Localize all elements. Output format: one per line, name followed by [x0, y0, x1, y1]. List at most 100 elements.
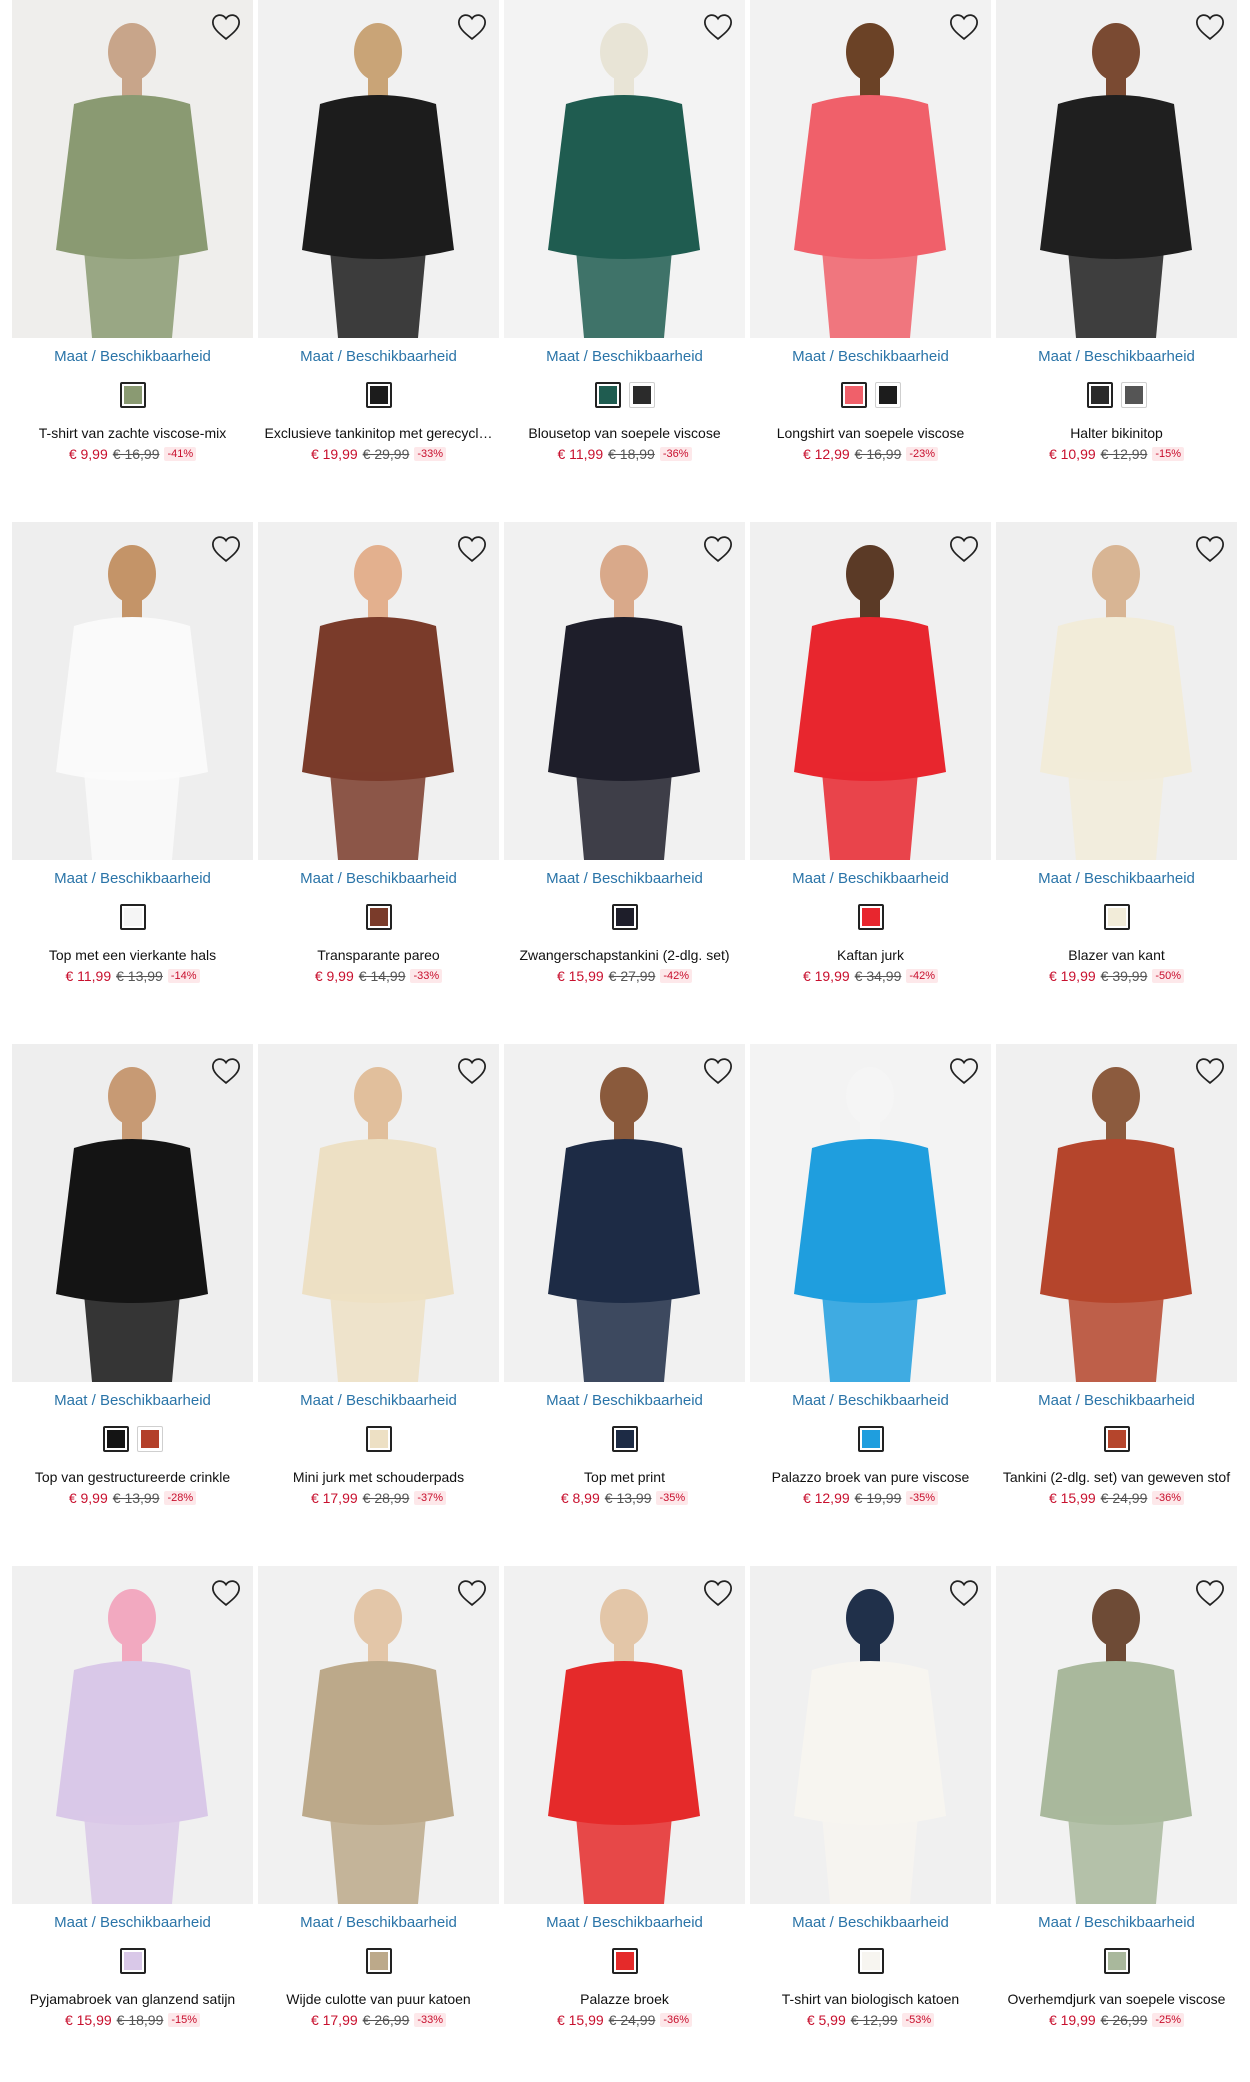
product-card[interactable]: Maat / Beschikbaarheid Pyjamabroek van gl…: [12, 1566, 253, 2046]
size-availability-link[interactable]: Maat / Beschikbaarheid: [504, 1914, 745, 1931]
product-card[interactable]: Maat / Beschikbaarheid Top van gestructur…: [12, 1044, 253, 1524]
color-swatch[interactable]: [611, 1426, 638, 1452]
product-name[interactable]: Kaftan jurk: [750, 947, 991, 963]
wishlist-heart-icon[interactable]: [701, 532, 735, 566]
product-card[interactable]: Maat / Beschikbaarheid T-shirt van biolog…: [750, 1566, 991, 2046]
product-image[interactable]: [750, 522, 991, 860]
size-availability-link[interactable]: Maat / Beschikbaarheid: [258, 1392, 499, 1409]
product-image[interactable]: [258, 1044, 499, 1382]
product-image[interactable]: [12, 522, 253, 860]
product-image[interactable]: [750, 1566, 991, 1904]
product-image[interactable]: [12, 0, 253, 338]
product-name[interactable]: Halter bikinitop: [996, 425, 1237, 441]
product-card[interactable]: Maat / Beschikbaarheid Palazze broek € 15,…: [504, 1566, 745, 2046]
product-name[interactable]: Overhemdjurk van soepele viscose: [996, 1991, 1237, 2007]
product-image[interactable]: [504, 0, 745, 338]
wishlist-heart-icon[interactable]: [1193, 1576, 1227, 1610]
size-availability-link[interactable]: Maat / Beschikbaarheid: [996, 870, 1237, 887]
size-availability-link[interactable]: Maat / Beschikbaarheid: [504, 1392, 745, 1409]
product-card[interactable]: Maat / Beschikbaarheid Longshirt van soep…: [750, 0, 991, 480]
wishlist-heart-icon[interactable]: [209, 10, 243, 44]
product-image[interactable]: [504, 522, 745, 860]
product-image[interactable]: [996, 1566, 1237, 1904]
product-card[interactable]: Maat / Beschikbaarheid Tankini (2-dlg. se…: [996, 1044, 1237, 1524]
product-name[interactable]: Zwangerschapstankini (2-dlg. set): [504, 947, 745, 963]
size-availability-link[interactable]: Maat / Beschikbaarheid: [750, 1392, 991, 1409]
product-card[interactable]: Maat / Beschikbaarheid Overhemdjurk van s…: [996, 1566, 1237, 2046]
size-availability-link[interactable]: Maat / Beschikbaarheid: [12, 348, 253, 365]
wishlist-heart-icon[interactable]: [947, 1576, 981, 1610]
product-card[interactable]: Maat / Beschikbaarheid Top met een vierka…: [12, 522, 253, 1002]
product-card[interactable]: Maat / Beschikbaarheid Transparante pareo…: [258, 522, 499, 1002]
color-swatch[interactable]: [365, 1426, 392, 1452]
wishlist-heart-icon[interactable]: [701, 1054, 735, 1088]
product-name[interactable]: Top met print: [504, 1469, 745, 1485]
size-availability-link[interactable]: Maat / Beschikbaarheid: [258, 1914, 499, 1931]
wishlist-heart-icon[interactable]: [1193, 1054, 1227, 1088]
color-swatch[interactable]: [1103, 1948, 1130, 1974]
size-availability-link[interactable]: Maat / Beschikbaarheid: [12, 870, 253, 887]
color-swatch[interactable]: [611, 904, 638, 930]
color-swatch[interactable]: [119, 904, 146, 930]
product-image[interactable]: [504, 1044, 745, 1382]
product-card[interactable]: Maat / Beschikbaarheid Top met print € 8,9…: [504, 1044, 745, 1524]
product-card[interactable]: Maat / Beschikbaarheid T-shirt van zachte…: [12, 0, 253, 480]
size-availability-link[interactable]: Maat / Beschikbaarheid: [258, 348, 499, 365]
product-card[interactable]: Maat / Beschikbaarheid Halter bikinitop € …: [996, 0, 1237, 480]
wishlist-heart-icon[interactable]: [701, 1576, 735, 1610]
size-availability-link[interactable]: Maat / Beschikbaarheid: [996, 1914, 1237, 1931]
size-availability-link[interactable]: Maat / Beschikbaarheid: [750, 870, 991, 887]
color-swatch[interactable]: [119, 1948, 146, 1974]
color-swatch[interactable]: [1103, 1426, 1130, 1452]
color-swatch[interactable]: [119, 382, 146, 408]
product-name[interactable]: Top van gestructureerde crinkle: [12, 1469, 253, 1485]
wishlist-heart-icon[interactable]: [455, 10, 489, 44]
wishlist-heart-icon[interactable]: [209, 532, 243, 566]
size-availability-link[interactable]: Maat / Beschikbaarheid: [12, 1914, 253, 1931]
product-name[interactable]: Transparante pareo: [258, 947, 499, 963]
color-swatch[interactable]: [857, 904, 884, 930]
product-card[interactable]: Maat / Beschikbaarheid Exclusieve tankini…: [258, 0, 499, 480]
color-swatch[interactable]: [365, 904, 392, 930]
product-image[interactable]: [12, 1044, 253, 1382]
product-name[interactable]: Blazer van kant: [996, 947, 1237, 963]
size-availability-link[interactable]: Maat / Beschikbaarheid: [504, 870, 745, 887]
product-name[interactable]: Tankini (2-dlg. set) van geweven stof: [996, 1469, 1237, 1485]
size-availability-link[interactable]: Maat / Beschikbaarheid: [258, 870, 499, 887]
product-card[interactable]: Maat / Beschikbaarheid Blazer van kant € 1…: [996, 522, 1237, 1002]
color-swatch[interactable]: [611, 1948, 638, 1974]
color-swatch[interactable]: [840, 382, 867, 408]
product-name[interactable]: Top met een vierkante hals: [12, 947, 253, 963]
product-card[interactable]: Maat / Beschikbaarheid Palazzo broek van …: [750, 1044, 991, 1524]
size-availability-link[interactable]: Maat / Beschikbaarheid: [750, 348, 991, 365]
product-image[interactable]: [750, 0, 991, 338]
product-card[interactable]: Maat / Beschikbaarheid Blousetop van soep…: [504, 0, 745, 480]
size-availability-link[interactable]: Maat / Beschikbaarheid: [750, 1914, 991, 1931]
wishlist-heart-icon[interactable]: [1193, 532, 1227, 566]
product-card[interactable]: Maat / Beschikbaarheid Zwangerschapstanki…: [504, 522, 745, 1002]
product-card[interactable]: Maat / Beschikbaarheid Wijde culotte van …: [258, 1566, 499, 2046]
color-swatch[interactable]: [365, 1948, 392, 1974]
product-name[interactable]: Palazze broek: [504, 1991, 745, 2007]
wishlist-heart-icon[interactable]: [947, 10, 981, 44]
product-image[interactable]: [750, 1044, 991, 1382]
color-swatch[interactable]: [136, 1426, 163, 1452]
product-card[interactable]: Maat / Beschikbaarheid Kaftan jurk € 19,99…: [750, 522, 991, 1002]
wishlist-heart-icon[interactable]: [947, 1054, 981, 1088]
product-name[interactable]: Palazzo broek van pure viscose: [750, 1469, 991, 1485]
wishlist-heart-icon[interactable]: [455, 532, 489, 566]
wishlist-heart-icon[interactable]: [455, 1576, 489, 1610]
product-name[interactable]: Longshirt van soepele viscose: [750, 425, 991, 441]
color-swatch[interactable]: [874, 382, 901, 408]
product-image[interactable]: [258, 522, 499, 860]
color-swatch[interactable]: [102, 1426, 129, 1452]
color-swatch[interactable]: [628, 382, 655, 408]
color-swatch[interactable]: [1086, 382, 1113, 408]
color-swatch[interactable]: [857, 1426, 884, 1452]
product-image[interactable]: [996, 522, 1237, 860]
product-image[interactable]: [258, 0, 499, 338]
color-swatch[interactable]: [365, 382, 392, 408]
product-image[interactable]: [12, 1566, 253, 1904]
wishlist-heart-icon[interactable]: [1193, 10, 1227, 44]
product-image[interactable]: [504, 1566, 745, 1904]
